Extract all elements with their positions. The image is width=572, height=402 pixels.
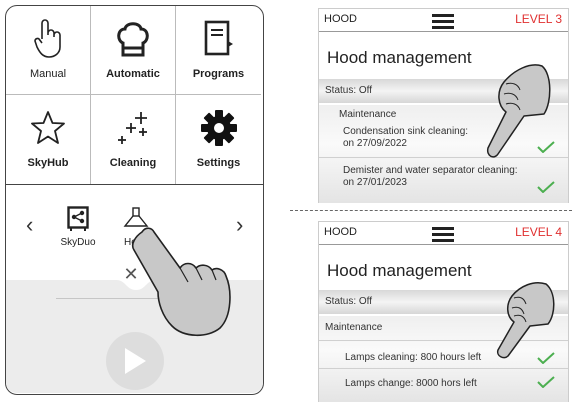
item-text: on 27/09/2022 [343,138,407,149]
tile-label: Cleaning [109,157,157,169]
item-text: Demister and water separator cleaning: [343,165,518,176]
panel-device-label: HOOD [324,13,357,25]
tile-manual[interactable]: Manual [6,6,91,95]
maintenance-heading: Maintenance [325,322,383,333]
carousel-prev-button[interactable]: ‹ [26,212,33,238]
play-icon [125,348,146,374]
item-text: on 27/01/2023 [343,177,407,188]
tile-skyhub[interactable]: SkyHub [6,95,91,184]
menu-icon[interactable] [432,227,454,245]
tile-label: Settings [196,157,241,169]
page-title: Hood management [327,261,472,280]
pointing-hand-icon [496,282,555,359]
separator [290,210,572,211]
star-icon [6,105,90,151]
device-skyduo[interactable]: SkyDuo [48,204,108,248]
gear-icon [176,105,261,151]
item-text: Lamps change: 8000 hors left [345,378,477,389]
check-icon [537,376,555,388]
pointing-hand-icon [486,64,551,158]
page-title: Hood management [327,48,472,67]
function-grid: Manual Automatic Programs SkyHub Cleanin… [6,6,263,185]
item-text: Lamps cleaning: 800 hours left [345,352,482,363]
level-label: LEVEL 4 [515,225,562,239]
pointing-hand-icon [131,227,231,337]
tile-settings[interactable]: Settings [176,95,261,184]
hand-pointer-icon [6,16,90,62]
maintenance-heading: Maintenance [339,109,397,120]
panel-header: HOOD LEVEL 4 [319,222,568,245]
book-icon [176,16,261,62]
check-icon [537,181,555,193]
tile-label: Automatic [106,68,160,80]
skyduo-icon [48,204,108,234]
chef-hat-icon [91,16,175,62]
status-text: Status: Off [325,296,373,307]
panel-header: HOOD LEVEL 3 [319,9,568,32]
divider [319,368,568,369]
tile-label: Programs [192,68,245,80]
sparkles-icon [91,105,175,151]
start-button[interactable] [106,332,164,390]
status-text: Status: Off [325,85,373,96]
menu-icon[interactable] [432,14,454,32]
tile-automatic[interactable]: Automatic [91,6,176,95]
level-label: LEVEL 3 [515,12,562,26]
tile-cleaning[interactable]: Cleaning [91,95,176,184]
device-label: SkyDuo [60,237,96,248]
panel-device-label: HOOD [324,226,357,238]
tile-label: SkyHub [27,157,69,169]
tile-label: Manual [29,68,67,80]
item-text: Condensation sink cleaning: [343,126,469,137]
tile-programs[interactable]: Programs [176,6,261,95]
